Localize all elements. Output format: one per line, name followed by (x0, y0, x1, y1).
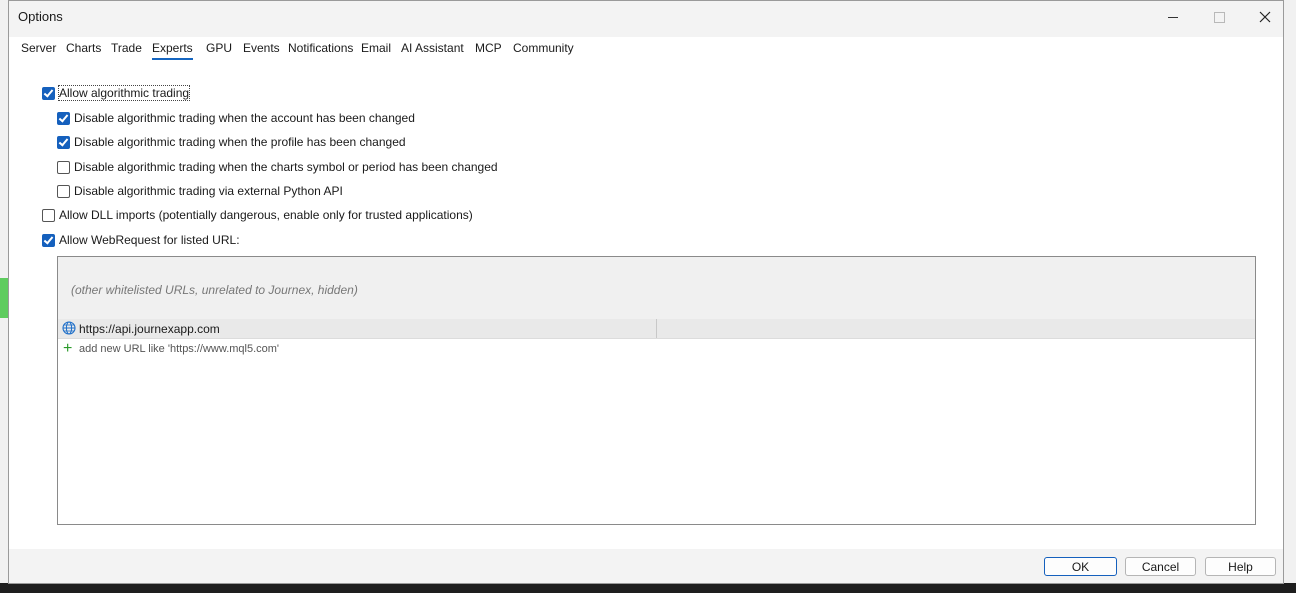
tab-gpu[interactable]: GPU (206, 41, 232, 55)
disable-symbol-checkbox[interactable] (57, 160, 70, 174)
tab-server[interactable]: Server (21, 41, 56, 55)
allow-webrequest-label: Allow WebRequest for listed URL: (59, 233, 240, 247)
allow-webrequest-option[interactable]: Allow WebRequest for listed URL: (42, 233, 240, 247)
maximize-icon (1213, 11, 1225, 23)
disable-profile-option[interactable]: Disable algorithmic trading when the pro… (57, 135, 406, 149)
hidden-urls-area: (other whitelisted URLs, unrelated to Jo… (58, 257, 1255, 319)
disable-profile-label: Disable algorithmic trading when the pro… (74, 135, 406, 149)
add-url-row[interactable]: + add new URL like 'https://www.mql5.com… (58, 339, 1255, 359)
allow-dll-option[interactable]: Allow DLL imports (potentially dangerous… (42, 208, 473, 222)
options-dialog: Options Server Charts Trade Experts GPU … (8, 0, 1284, 584)
allow-dll-checkbox[interactable] (42, 208, 55, 222)
tab-bar: Server Charts Trade Experts GPU Events N… (9, 37, 1283, 61)
disable-symbol-option[interactable]: Disable algorithmic trading when the cha… (57, 160, 498, 174)
disable-symbol-label: Disable algorithmic trading when the cha… (74, 160, 498, 174)
title-bar: Options (9, 1, 1283, 33)
url-list-item[interactable]: https://api.journexapp.com (58, 319, 1255, 339)
tab-events[interactable]: Events (243, 41, 280, 55)
disable-python-checkbox[interactable] (57, 184, 70, 198)
tab-email[interactable]: Email (361, 41, 391, 55)
disable-python-label: Disable algorithmic trading via external… (74, 184, 343, 198)
tab-experts[interactable]: Experts (152, 41, 193, 60)
allow-algo-trading-checkbox[interactable] (42, 86, 55, 100)
background-app-right (1284, 0, 1296, 593)
close-button[interactable] (1242, 1, 1288, 33)
close-icon (1259, 11, 1271, 23)
tab-charts[interactable]: Charts (66, 41, 101, 55)
tab-notifications[interactable]: Notifications (288, 41, 353, 55)
maximize-button[interactable] (1196, 1, 1242, 33)
tab-community[interactable]: Community (513, 41, 574, 55)
disable-account-label: Disable algorithmic trading when the acc… (74, 111, 415, 125)
tab-mcp[interactable]: MCP (475, 41, 502, 55)
minimize-button[interactable] (1150, 1, 1196, 33)
minimize-icon (1168, 16, 1178, 18)
ok-button[interactable]: OK (1044, 557, 1117, 576)
allow-webrequest-checkbox[interactable] (42, 233, 55, 247)
dialog-footer: OK Cancel Help (9, 549, 1283, 585)
allow-algo-trading-option[interactable]: Allow algorithmic trading (42, 85, 191, 101)
cancel-button[interactable]: Cancel (1125, 557, 1196, 576)
dialog-content: Server Charts Trade Experts GPU Events N… (9, 37, 1283, 549)
window-title: Options (18, 9, 63, 24)
globe-icon (62, 321, 76, 335)
column-separator (656, 319, 657, 338)
disable-account-checkbox[interactable] (57, 111, 70, 125)
help-button[interactable]: Help (1205, 557, 1276, 576)
allow-algo-trading-label: Allow algorithmic trading (57, 85, 191, 101)
url-list[interactable]: (other whitelisted URLs, unrelated to Jo… (57, 256, 1256, 525)
url-text: https://api.journexapp.com (79, 322, 220, 336)
disable-profile-checkbox[interactable] (57, 135, 70, 149)
disable-account-option[interactable]: Disable algorithmic trading when the acc… (57, 111, 415, 125)
add-url-placeholder: add new URL like 'https://www.mql5.com' (79, 343, 280, 355)
tab-ai-assistant[interactable]: AI Assistant (401, 41, 464, 55)
allow-dll-label: Allow DLL imports (potentially dangerous… (59, 208, 473, 222)
plus-icon: + (63, 340, 73, 357)
tab-trade[interactable]: Trade (111, 41, 142, 55)
disable-python-option[interactable]: Disable algorithmic trading via external… (57, 184, 343, 198)
hidden-urls-note: (other whitelisted URLs, unrelated to Jo… (71, 283, 358, 297)
